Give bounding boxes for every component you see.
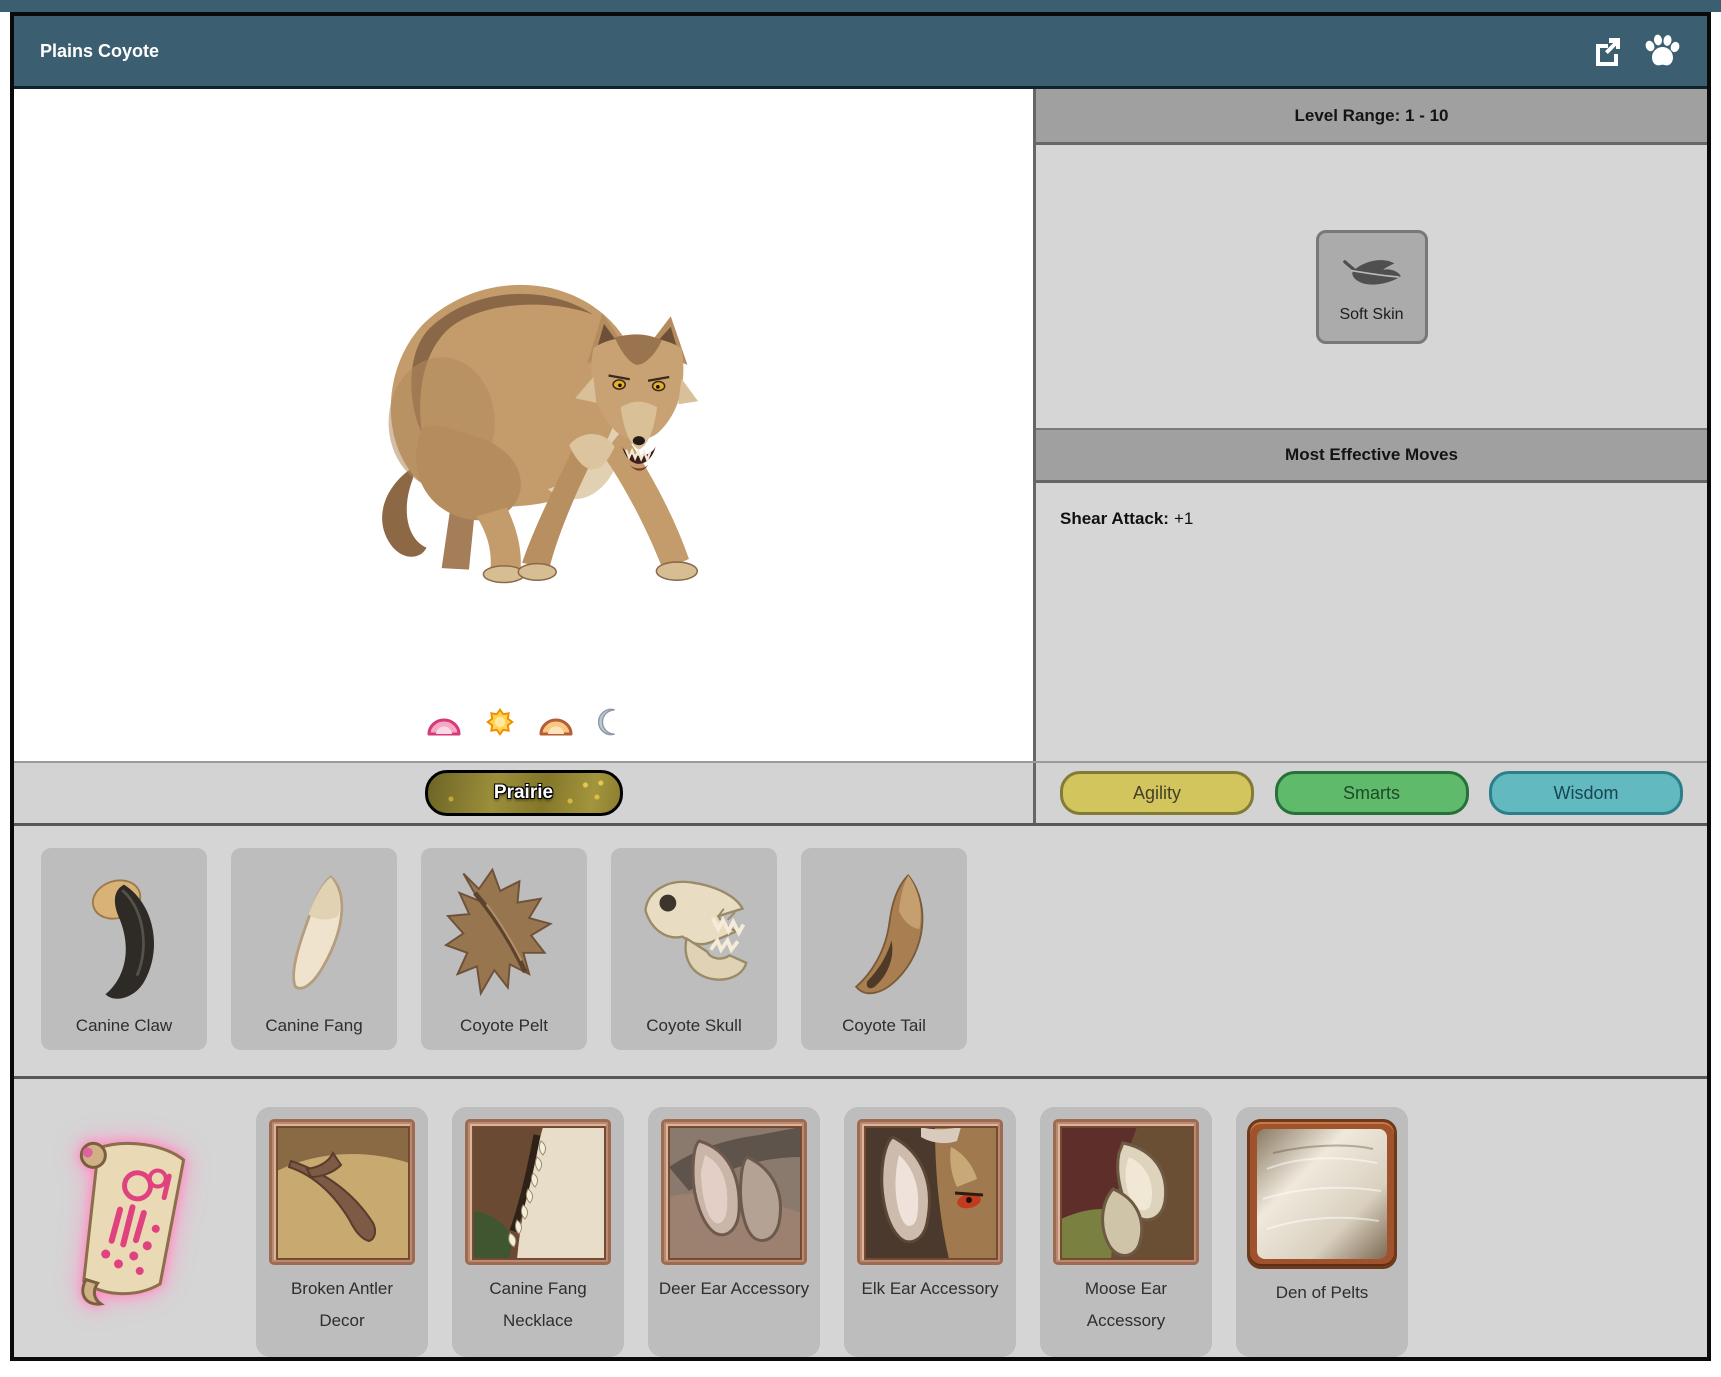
page-top-strip (0, 0, 1721, 12)
drop-card-coyote-tail[interactable]: Coyote Tail (801, 848, 967, 1050)
canine-fang-image (249, 848, 379, 1016)
encounter-window: Plains Coyote (10, 12, 1711, 1361)
coyote-tail-image (819, 848, 949, 1016)
effective-moves-list: Shear Attack: +1 (1036, 483, 1707, 761)
canine-fang-necklace-image (465, 1119, 611, 1265)
stat-pill-wisdom[interactable]: Wisdom (1489, 771, 1683, 815)
drop-label: Coyote Tail (842, 1016, 926, 1036)
craft-card-elk-ear-accessory[interactable]: Elk Ear Accessory (844, 1107, 1016, 1357)
craft-label: Deer Ear Accessory (658, 1273, 810, 1305)
drop-label: Canine Claw (76, 1016, 172, 1036)
canine-claw-image (59, 848, 189, 1016)
stats-area: Agility Smarts Wisdom (1036, 763, 1707, 823)
craft-label: Den of Pelts (1246, 1277, 1398, 1309)
biome-button-prairie[interactable]: Prairie (425, 770, 623, 816)
craft-card-broken-antler-decor[interactable]: Broken Antler Decor (256, 1107, 428, 1357)
craft-card-moose-ear-accessory[interactable]: Moose Ear Accessory (1040, 1107, 1212, 1357)
feather-icon (1340, 249, 1404, 302)
level-range-header: Level Range: 1 - 10 (1036, 89, 1707, 145)
drops-section: Canine Claw Canine Fang Coyote Pelt (14, 826, 1707, 1076)
elk-ear-accessory-image (857, 1119, 1003, 1265)
weakness-area: Soft Skin (1036, 145, 1707, 428)
craft-label: Broken Antler Decor (266, 1273, 418, 1337)
craft-card-den-of-pelts[interactable]: Den of Pelts (1236, 1107, 1408, 1357)
biome-area: Prairie (14, 763, 1033, 823)
drop-card-coyote-skull[interactable]: Coyote Skull (611, 848, 777, 1050)
stat-pill-agility[interactable]: Agility (1060, 771, 1254, 815)
craft-card-canine-fang-necklace[interactable]: Canine Fang Necklace (452, 1107, 624, 1357)
main-area: Level Range: 1 - 10 Soft Skin Most Effec… (14, 89, 1707, 761)
plains-coyote-image (296, 249, 736, 604)
moon-icon (595, 707, 623, 737)
biome-label: Prairie (494, 782, 553, 804)
page-title: Plains Coyote (40, 41, 1591, 62)
weakness-soft-skin[interactable]: Soft Skin (1316, 230, 1428, 344)
move-name: Shear Attack: (1060, 509, 1169, 528)
move-row: Shear Attack: +1 (1060, 509, 1683, 529)
broken-antler-decor-image (269, 1119, 415, 1265)
sunrise-icon (425, 711, 463, 737)
moose-ear-accessory-image (1053, 1119, 1199, 1265)
sun-icon (483, 707, 517, 737)
effective-moves-header: Most Effective Moves (1036, 428, 1707, 483)
craft-label: Moose Ear Accessory (1050, 1273, 1202, 1337)
coyote-pelt-image (434, 848, 574, 1016)
paw-icon[interactable] (1643, 34, 1681, 68)
den-of-pelts-image (1247, 1119, 1397, 1269)
craft-label: Elk Ear Accessory (854, 1273, 1006, 1305)
crafting-section: Broken Antler Decor Ca (14, 1079, 1707, 1357)
drop-card-coyote-pelt[interactable]: Coyote Pelt (421, 848, 587, 1050)
stat-pill-smarts[interactable]: Smarts (1275, 771, 1469, 815)
open-in-new-window-icon[interactable] (1591, 35, 1623, 67)
title-bar: Plains Coyote (14, 16, 1707, 89)
craft-card-deer-ear-accessory[interactable]: Deer Ear Accessory (648, 1107, 820, 1357)
sunset-icon (537, 711, 575, 737)
encounter-info-panel: Level Range: 1 - 10 Soft Skin Most Effec… (1036, 89, 1707, 761)
recipe-scroll-icon[interactable] (54, 1127, 204, 1328)
deer-ear-accessory-image (661, 1119, 807, 1265)
coyote-skull-image (624, 848, 764, 1016)
enemy-image-panel (14, 89, 1033, 761)
drop-label: Canine Fang (265, 1016, 362, 1036)
craft-label: Canine Fang Necklace (462, 1273, 614, 1337)
drop-label: Coyote Skull (646, 1016, 741, 1036)
move-bonus: +1 (1174, 509, 1193, 528)
biome-stats-row: Prairie Agility Smarts Wisdom (14, 761, 1707, 823)
drop-card-canine-fang[interactable]: Canine Fang (231, 848, 397, 1050)
active-times (14, 707, 1033, 737)
drop-label: Coyote Pelt (460, 1016, 548, 1036)
weakness-label: Soft Skin (1339, 306, 1403, 324)
drop-card-canine-claw[interactable]: Canine Claw (41, 848, 207, 1050)
